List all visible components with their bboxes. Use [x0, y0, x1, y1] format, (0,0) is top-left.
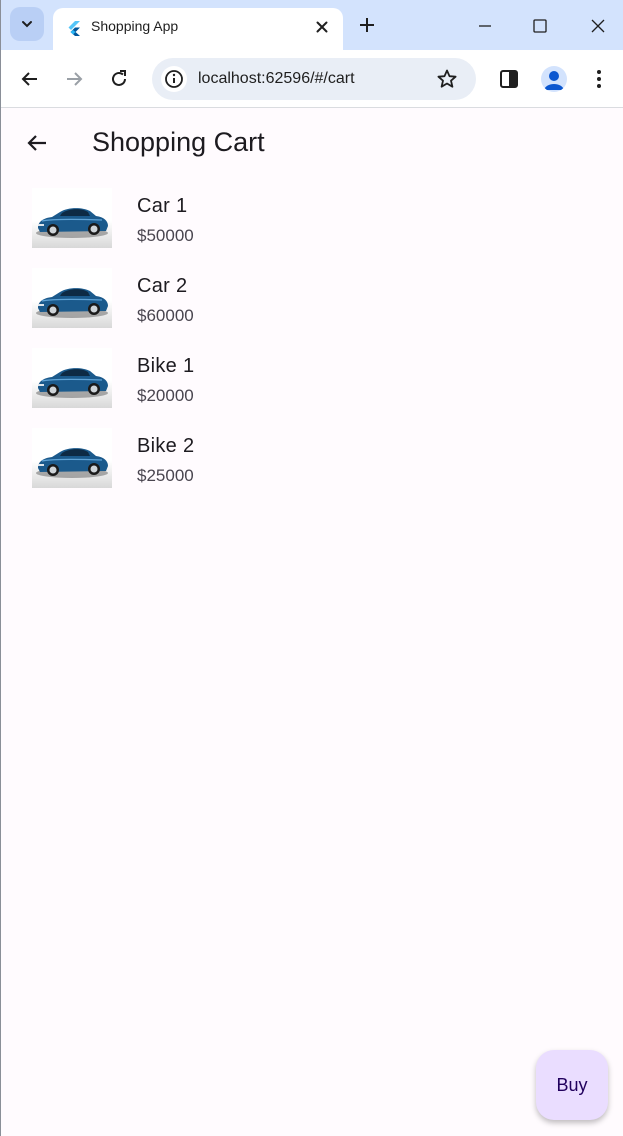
item-name: Car 2	[137, 275, 188, 297]
car-image-graphic	[36, 368, 108, 398]
tab-search-button[interactable]	[10, 7, 44, 41]
tab-shopping-app[interactable]: Shopping App	[53, 8, 343, 50]
app-bar: Shopping Cart	[1, 109, 623, 175]
forward-arrow-icon[interactable]	[63, 68, 85, 90]
item-name: Car 1	[137, 195, 188, 217]
car-image-graphic	[36, 288, 108, 318]
maximize-icon[interactable]	[530, 16, 550, 36]
back-arrow-icon[interactable]	[25, 131, 49, 155]
tab-title: Shopping App	[91, 18, 179, 34]
person-icon	[544, 71, 564, 90]
item-price: $25000	[137, 466, 194, 485]
flutter-icon	[68, 21, 80, 36]
car-image	[32, 348, 112, 408]
car-image	[32, 268, 112, 328]
browser-toolbar: localhost:62596/#/cart	[1, 50, 623, 108]
car-image	[32, 428, 112, 488]
new-tab-icon[interactable]	[357, 15, 377, 35]
site-info-button[interactable]	[161, 66, 187, 92]
back-arrow-icon[interactable]	[19, 68, 41, 90]
cart-list: Car 1 $50000 Car 2 $60000 Bike 1 $20000 …	[1, 180, 623, 500]
tab-strip: Shopping App	[1, 0, 623, 50]
close-tab-icon[interactable]	[313, 18, 331, 36]
cart-item[interactable]: Car 2 $60000	[1, 260, 623, 340]
reload-icon[interactable]	[108, 68, 130, 90]
cart-item[interactable]: Bike 2 $25000	[1, 420, 623, 500]
url-text: localhost:62596/#/cart	[198, 70, 355, 87]
car-image-graphic	[36, 208, 108, 238]
item-name: Bike 1	[137, 355, 195, 377]
browser-window: Shopping App localhost:62596/#/cart Shop…	[0, 0, 623, 1136]
close-window-icon[interactable]	[588, 16, 608, 36]
address-bar[interactable]: localhost:62596/#/cart	[152, 58, 476, 100]
more-options-icon[interactable]	[588, 68, 610, 90]
car-image	[32, 188, 112, 248]
info-icon	[165, 70, 183, 88]
chevron-down-icon	[22, 21, 32, 28]
car-image-graphic	[36, 448, 108, 478]
buy-button[interactable]: Buy	[536, 1050, 608, 1120]
minimize-icon[interactable]	[475, 16, 495, 36]
item-name: Bike 2	[137, 435, 195, 457]
side-panel-icon[interactable]	[498, 68, 520, 90]
item-price: $60000	[137, 306, 194, 325]
bookmark-star-icon[interactable]	[436, 68, 458, 90]
profile-avatar[interactable]	[541, 66, 567, 92]
cart-item[interactable]: Bike 1 $20000	[1, 340, 623, 420]
cart-item[interactable]: Car 1 $50000	[1, 180, 623, 260]
page-title: Shopping Cart	[92, 127, 265, 157]
item-price: $20000	[137, 386, 194, 405]
item-price: $50000	[137, 226, 194, 245]
